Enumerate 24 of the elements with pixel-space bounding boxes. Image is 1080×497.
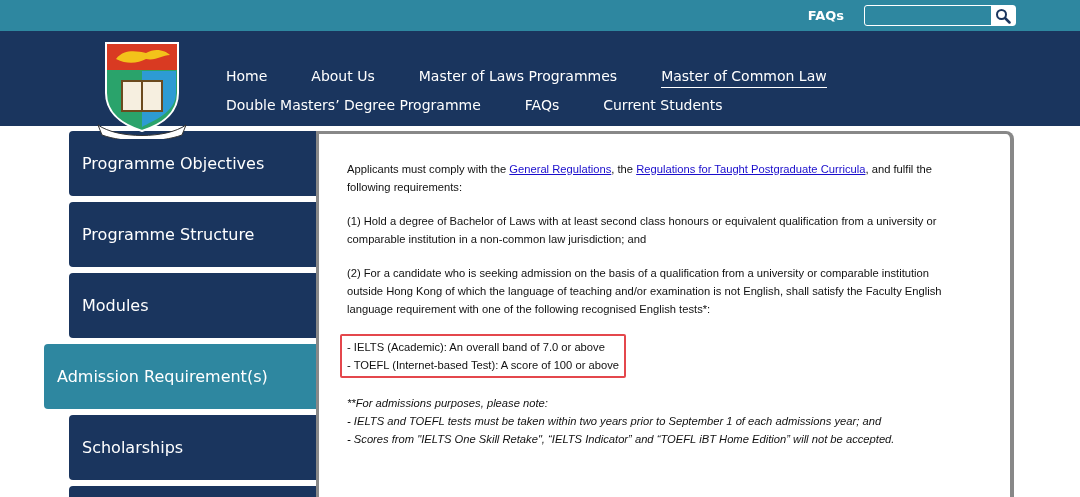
paragraph: Applicants must comply with the General Regulations, the Regulations for Taught Postgraduate Curricula, and fulfil the following requirements: [347, 162, 933, 195]
note-line: - Scores from "IELTS One Skill Retake", “IELTS Indicator” and “TOEFL iBT Home Edition” will not be accepted. [347, 432, 896, 447]
nav-link[interactable]: Home [226, 67, 268, 88]
sidebar-item[interactable]: Modules [69, 273, 316, 338]
paragraph: (1) Hold a degree of Bachelor of Laws with at least second class honours or equivalent qualification from a university or comparable institution in a non-common law jurisdiction; and [347, 214, 938, 247]
requirement-line: - IELTS (Academic): An overall band of 7.0 or above [347, 340, 606, 355]
nav-link[interactable]: FAQs [524, 96, 560, 117]
nav-link[interactable]: Master of Common Law [661, 67, 827, 88]
nav-link[interactable]: Current Students [603, 96, 723, 117]
search-button[interactable] [991, 6, 1015, 25]
note-line: **For admissions purposes, please note: [347, 396, 549, 411]
requirement-line: - TOEFL (Internet-based Test): A score of 100 or above [347, 358, 619, 373]
note-line: - IELTS and TOEFL tests must be taken within two years prior to September 1 of each admissions year; and [347, 414, 883, 429]
sidebar-item[interactable]: Programme Objectives [69, 131, 316, 196]
sidebar-item[interactable]: Admission Requirement(s) [44, 344, 316, 409]
paragraph: (2) For a candidate who is seeking admission on the basis of a qualification from a university or comparable institution outside Hong Kong of which the language of teaching and/or examination is not English, shall satisfy the Faculty English language requirement with one of the following recognised English tests*: [347, 266, 943, 317]
nav-link[interactable]: Double Masters’ Degree Programme [226, 96, 481, 117]
nav-link[interactable]: Master of Laws Programmes [418, 67, 618, 88]
faqs-link[interactable]: FAQs [807, 8, 844, 23]
search-icon [995, 7, 1011, 24]
sidebar-item[interactable]: Programme Structure [69, 202, 316, 267]
search-field[interactable] [864, 5, 1016, 26]
sidebar-item[interactable]: Scholarships [69, 415, 316, 480]
nav-link[interactable]: About Us [311, 67, 375, 88]
